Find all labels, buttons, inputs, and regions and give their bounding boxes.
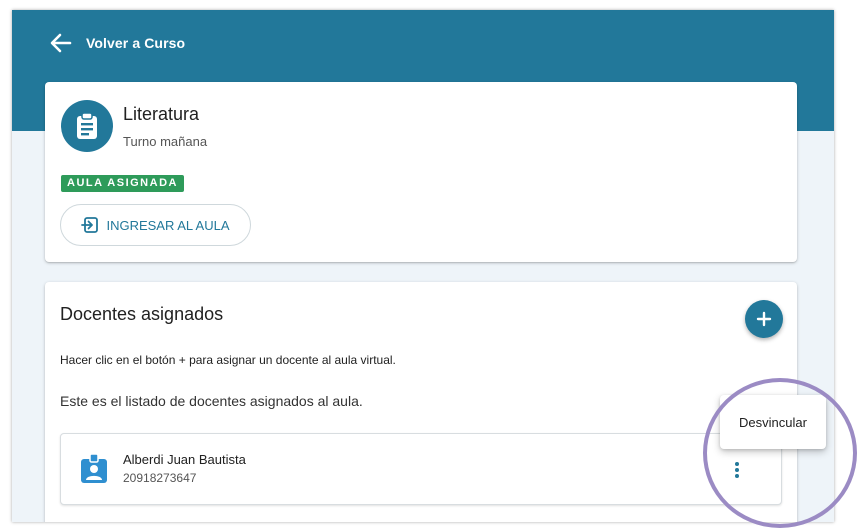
plus-icon [756,311,772,327]
back-label: Volver a Curso [86,35,186,51]
teacher-options-menu: Desvincular [720,395,826,449]
teacher-name: Alberdi Juan Bautista [123,452,246,467]
enter-classroom-button[interactable]: INGRESAR AL AULA [60,204,251,246]
course-title: Literatura [123,104,200,124]
status-badge: AULA ASIGNADA [61,175,184,192]
badge-account-icon [81,454,107,483]
course-subtitle: Turno mañana [123,134,208,149]
back-to-course-button[interactable]: Volver a Curso [50,30,185,56]
assign-hint-text: Hacer clic en el botón + para asignar un… [60,353,396,367]
add-teacher-button[interactable] [745,300,783,338]
clipboard-icon [61,100,113,152]
unlink-menu-item[interactable]: Desvincular [720,395,826,449]
arrow-left-icon [50,33,72,53]
dots-vertical-icon [735,462,739,478]
course-card: Literatura Turno mañana AULA ASIGNADA IN… [45,82,797,262]
list-description: Este es el listado de docentes asignados… [60,393,363,409]
teacher-options-button[interactable] [725,456,749,484]
enter-classroom-label: INGRESAR AL AULA [106,217,230,233]
app-window: Volver a Curso Literatura Turno mañana A… [12,10,834,522]
section-title: Docentes asignados [60,304,224,324]
teachers-card: Docentes asignados Hacer clic en el botó… [45,282,797,522]
teacher-id: 20918273647 [123,471,197,485]
teacher-list-item: Alberdi Juan Bautista 20918273647 [60,433,782,505]
login-icon [81,217,99,233]
